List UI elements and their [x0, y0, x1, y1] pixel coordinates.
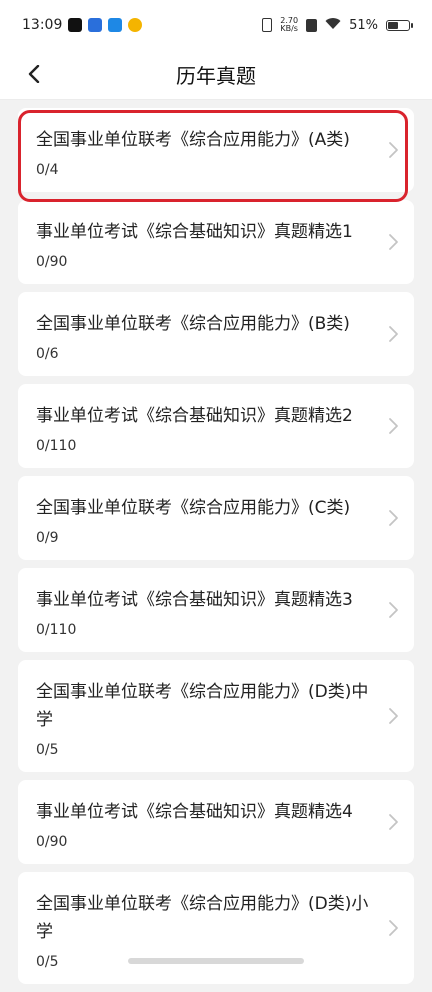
network-speed: 2.70 KB/s	[280, 17, 298, 33]
exam-title: 事业单位考试《综合基础知识》真题精选2	[36, 406, 353, 426]
nav-bar: 历年真题	[0, 50, 432, 100]
status-time: 13:09	[22, 17, 63, 33]
exam-list-item[interactable]: 全国事业单位联考《综合应用能力》(D类)小学 0/5	[18, 872, 414, 984]
chevron-right-icon	[389, 142, 398, 158]
network-speed-unit: KB/s	[280, 24, 298, 33]
exam-progress: 0/110	[36, 438, 77, 454]
wifi-icon	[325, 17, 341, 34]
exam-title: 全国事业单位联考《综合应用能力》(B类)	[36, 314, 350, 334]
exam-title: 事业单位考试《综合基础知识》真题精选3	[36, 590, 353, 610]
app-person-icon	[108, 18, 123, 32]
status-right: 2.70 KB/s 51%	[262, 17, 413, 34]
app-blue-icon	[88, 18, 103, 32]
exam-title: 事业单位考试《综合基础知识》真题精选1	[36, 222, 353, 242]
no-sim-icon	[306, 18, 318, 32]
chevron-right-icon	[389, 602, 398, 618]
chevron-right-icon	[389, 510, 398, 526]
exam-list-item[interactable]: 全国事业单位联考《综合应用能力》(B类) 0/6	[18, 292, 414, 376]
battery-fill	[388, 21, 398, 29]
battery-percent: 51%	[349, 17, 378, 33]
exam-progress: 0/4	[36, 162, 59, 178]
exam-list-item[interactable]: 全国事业单位联考《综合应用能力》(D类)中学 0/5	[18, 660, 414, 772]
chevron-right-icon	[389, 234, 398, 250]
chevron-right-icon	[389, 418, 398, 434]
weibo-icon	[128, 18, 143, 32]
exam-progress: 0/9	[36, 530, 59, 546]
exam-progress: 0/5	[36, 742, 59, 758]
exam-title: 全国事业单位联考《综合应用能力》(A类)	[36, 130, 350, 150]
battery-icon	[386, 19, 413, 31]
exam-progress: 0/6	[36, 346, 59, 362]
chevron-right-icon	[389, 708, 398, 724]
exam-progress: 0/90	[36, 834, 68, 850]
chevron-right-icon	[389, 814, 398, 830]
exam-progress: 0/90	[36, 254, 68, 270]
home-indicator	[128, 958, 304, 964]
status-bar: 13:09 2.70 KB/s 51%	[0, 0, 432, 50]
exam-list-item[interactable]: 事业单位考试《综合基础知识》真题精选2 0/110	[18, 384, 414, 468]
exam-list-item[interactable]: 全国事业单位联考《综合应用能力》(C类) 0/9	[18, 476, 414, 560]
exam-title: 全国事业单位联考《综合应用能力》(C类)	[36, 498, 351, 518]
vibrate-icon	[262, 18, 273, 32]
exam-progress: 0/110	[36, 622, 77, 638]
page-title: 历年真题	[176, 64, 256, 88]
chevron-right-icon	[389, 326, 398, 342]
exam-title: 事业单位考试《综合基础知识》真题精选4	[36, 802, 353, 822]
exam-title: 全国事业单位联考《综合应用能力》(D类)小学	[36, 894, 369, 942]
chevron-left-icon	[28, 65, 40, 83]
chevron-right-icon	[389, 920, 398, 936]
exam-list: 全国事业单位联考《综合应用能力》(A类) 0/4 事业单位考试《综合基础知识》真题精…	[18, 108, 414, 992]
status-left: 13:09	[22, 17, 143, 33]
exam-list-item[interactable]: 事业单位考试《综合基础知识》真题精选3 0/110	[18, 568, 414, 652]
exam-list-item[interactable]: 事业单位考试《综合基础知识》真题精选4 0/90	[18, 780, 414, 864]
exam-title: 全国事业单位联考《综合应用能力》(D类)中学	[36, 682, 369, 730]
back-button[interactable]	[20, 60, 48, 88]
tiktok-icon	[68, 18, 83, 32]
exam-list-item[interactable]: 事业单位考试《综合基础知识》真题精选1 0/90	[18, 200, 414, 284]
exam-list-item[interactable]: 全国事业单位联考《综合应用能力》(A类) 0/4	[18, 108, 414, 192]
